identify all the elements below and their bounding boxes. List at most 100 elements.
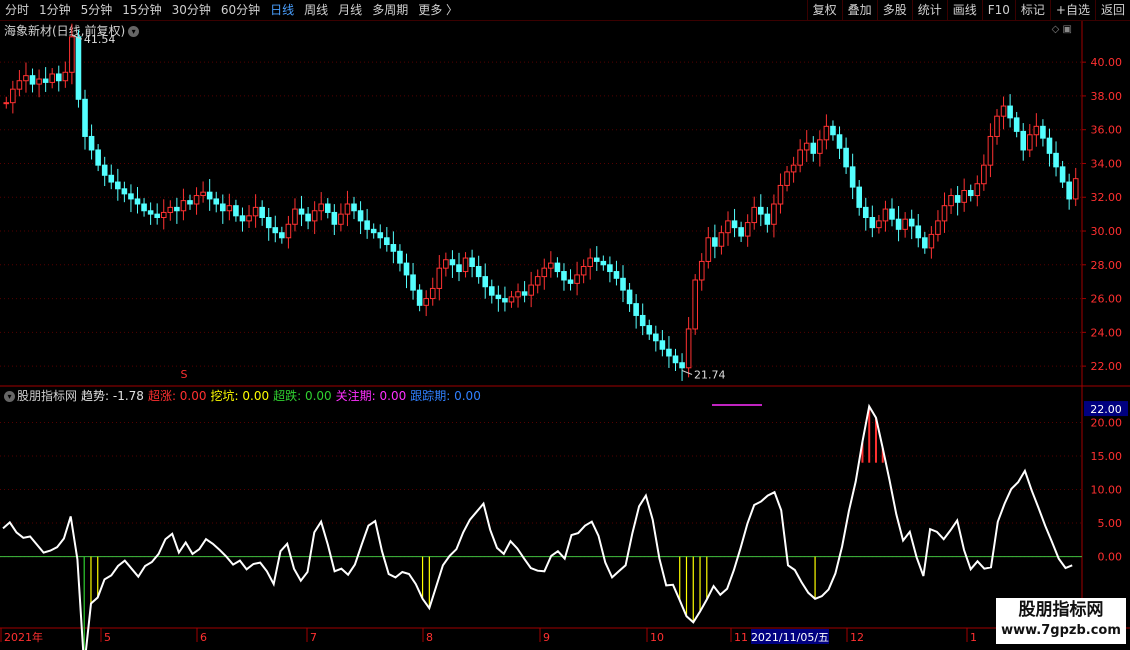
candle-body — [298, 208, 305, 215]
period-tab-0[interactable]: 分时 — [0, 0, 34, 20]
candle-body — [1026, 134, 1033, 151]
candle-body — [613, 271, 620, 279]
candle-body — [705, 237, 712, 262]
candle-body — [580, 265, 587, 276]
toolbar-button-0[interactable]: 复权 — [806, 0, 842, 20]
period-tab-10[interactable]: 更多 〉 — [413, 0, 463, 20]
candle-body — [961, 189, 967, 203]
candle-body — [1072, 178, 1079, 200]
candle-body — [462, 257, 469, 273]
toolbar-button-2[interactable]: 多股 — [876, 0, 912, 20]
period-tab-4[interactable]: 30分钟 — [167, 0, 216, 20]
candle-body — [390, 244, 397, 252]
candle-body — [134, 198, 141, 205]
candle-body — [823, 125, 830, 141]
candle-body — [488, 286, 495, 296]
candle-body — [764, 213, 771, 225]
candle-body — [10, 88, 16, 104]
candle-body — [534, 276, 541, 286]
candle-body — [475, 265, 482, 278]
candle-body — [16, 80, 23, 90]
candle-body — [292, 208, 298, 225]
candle-body — [285, 223, 292, 239]
toolbar-button-3[interactable]: 统计 — [911, 0, 947, 20]
candle-body — [62, 71, 69, 82]
x-axis-label: 8 — [426, 631, 433, 644]
toolbar-button-1[interactable]: 叠加 — [841, 0, 877, 20]
candle-body — [528, 284, 534, 296]
watermark-url: www.7gpzb.com — [1001, 623, 1121, 638]
toolbar-button-5[interactable]: F10 — [981, 0, 1015, 20]
ind-tick-label: 15.00 — [1091, 450, 1123, 463]
x-axis-label: 6 — [200, 631, 207, 644]
candle-body — [265, 217, 272, 229]
candle-body — [908, 218, 915, 227]
candle-body — [23, 75, 29, 82]
candle-body — [324, 203, 331, 213]
candle-body — [252, 206, 259, 217]
candle-body — [626, 289, 633, 305]
candle-body — [981, 164, 987, 185]
candle-body — [659, 340, 666, 350]
price-tick-label: 36.00 — [1091, 124, 1123, 137]
candle-body — [508, 296, 515, 303]
watermark-title: 股朋指标网 — [1018, 600, 1104, 620]
candle-body — [239, 215, 246, 222]
period-tab-9[interactable]: 多周期 — [367, 0, 413, 20]
candle-body — [797, 149, 803, 166]
candle-body — [384, 237, 390, 246]
candle-body — [469, 257, 475, 267]
period-tab-3[interactable]: 15分钟 — [117, 0, 166, 20]
candle-body — [338, 213, 344, 225]
candle-body — [115, 181, 121, 190]
period-tab-6[interactable]: 日线 — [265, 0, 299, 20]
candle-body — [410, 274, 416, 291]
candle-body — [895, 218, 902, 230]
candle-body — [830, 125, 836, 136]
candle-body — [1000, 105, 1007, 117]
toolbar-button-8[interactable]: 返回 — [1094, 0, 1130, 20]
candle-body — [233, 205, 239, 217]
price-tick-label: 32.00 — [1091, 191, 1123, 204]
candle-body — [587, 257, 594, 267]
candle-body — [449, 259, 456, 266]
period-tab-2[interactable]: 5分钟 — [76, 0, 118, 20]
candle-body — [803, 142, 810, 151]
low-label: 21.74 — [694, 369, 726, 382]
toolbar-button-7[interactable]: +自选 — [1049, 0, 1095, 20]
chart-canvas[interactable]: 40.00 38.00 36.00 34.00 32.00 30.00 28.00 26.00… — [0, 21, 1130, 650]
candle-body — [154, 213, 160, 219]
candle-body — [206, 191, 213, 200]
period-tab-7[interactable]: 周线 — [299, 0, 333, 20]
period-tab-8[interactable]: 月线 — [333, 0, 367, 20]
candle-body — [692, 279, 698, 330]
candle-body — [922, 237, 928, 249]
candle-body — [554, 262, 561, 273]
candle-body — [593, 257, 600, 262]
candle-body — [1007, 105, 1013, 119]
price-tick-label: 30.00 — [1091, 225, 1123, 238]
candle-body — [200, 191, 206, 197]
candle-body — [502, 298, 508, 303]
candle-body — [160, 211, 167, 219]
candle-body — [876, 220, 882, 229]
candle-body — [75, 36, 82, 100]
period-tab-1[interactable]: 1分钟 — [34, 0, 76, 20]
candle-body — [698, 260, 705, 281]
candle-body — [757, 206, 764, 215]
candle-body — [1033, 125, 1040, 136]
candle-body — [600, 260, 607, 266]
toolbar-button-6[interactable]: 标记 — [1014, 0, 1050, 20]
candle-body — [935, 220, 941, 235]
candle-body — [744, 222, 751, 237]
candle-body — [180, 200, 187, 212]
candle-body — [974, 183, 981, 197]
candle-body — [187, 200, 193, 205]
candle-body — [443, 259, 449, 269]
x-axis-label: 1 — [970, 631, 977, 644]
toolbar-button-4[interactable]: 画线 — [946, 0, 982, 20]
candle-body — [344, 203, 351, 215]
candle-body — [567, 279, 574, 284]
candle-body — [718, 232, 725, 247]
period-tab-5[interactable]: 60分钟 — [216, 0, 265, 20]
